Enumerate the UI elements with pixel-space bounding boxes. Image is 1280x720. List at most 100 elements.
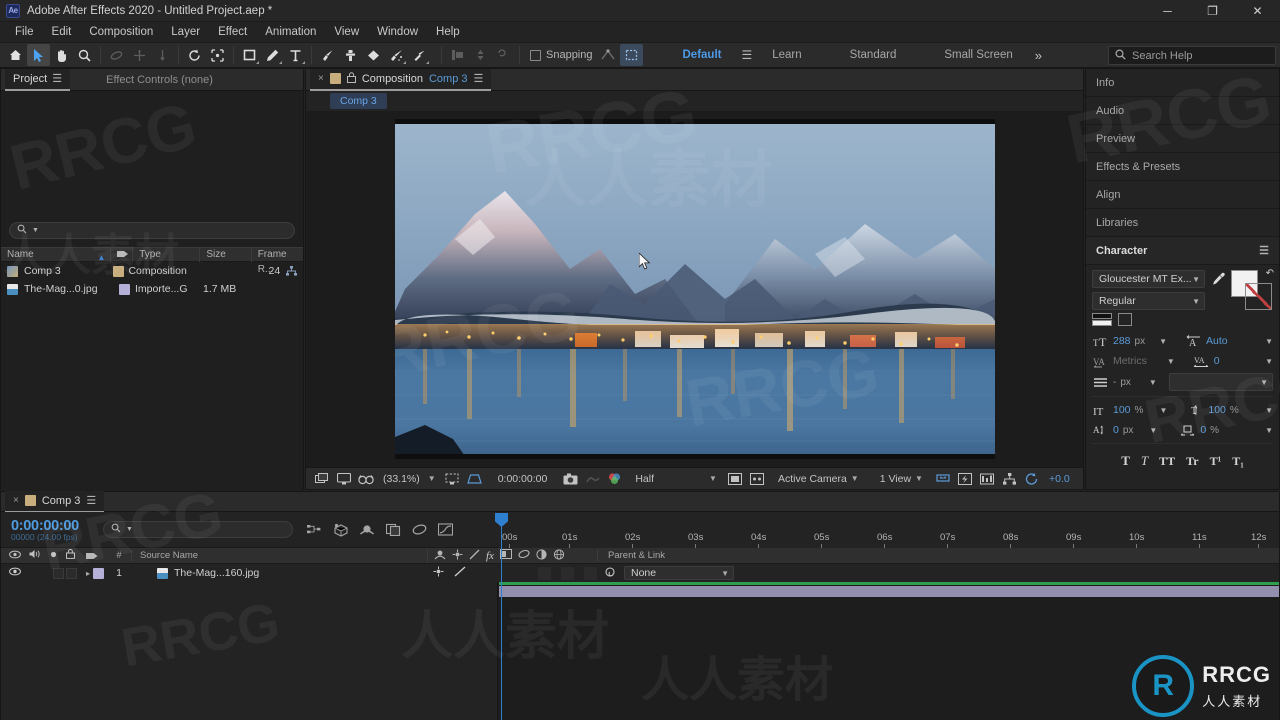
timeline-search-input[interactable]: ▼ — [103, 521, 293, 538]
stroke-mini-swatch[interactable] — [1092, 320, 1112, 326]
pan-tool-icon[interactable] — [128, 44, 151, 66]
tab-effect-controls[interactable]: Effect Controls (none) — [98, 69, 221, 91]
menu-help[interactable]: Help — [427, 23, 469, 42]
frame-blending-icon[interactable] — [383, 520, 403, 540]
brush-tool-icon[interactable] — [316, 44, 339, 66]
layer-switch-slot[interactable] — [584, 566, 597, 580]
panel-tab-align[interactable]: Align — [1086, 181, 1279, 209]
fill-stroke-swatches[interactable]: ↶ — [1231, 268, 1274, 310]
composition-flowchart-icon[interactable] — [280, 266, 303, 276]
chevron-down-icon[interactable]: ▼ — [1260, 378, 1268, 387]
3d-glasses-icon[interactable] — [356, 470, 375, 488]
font-style-dropdown[interactable]: Regular ▼ — [1092, 292, 1205, 310]
tab-composition[interactable]: × Composition Comp 3 ☰ — [310, 68, 492, 91]
superscript-button[interactable]: T¹ — [1210, 454, 1222, 469]
hide-shy-layers-icon[interactable] — [357, 520, 377, 540]
type-tool-icon[interactable] — [284, 44, 307, 66]
draft-3d-icon[interactable] — [331, 520, 351, 540]
snapping-angle-icon[interactable] — [597, 44, 620, 66]
tsume-value[interactable]: 0 — [1200, 424, 1206, 436]
region-of-interest-icon[interactable] — [443, 470, 462, 488]
panel-tab-effects-presets[interactable]: Effects & Presets — [1086, 153, 1279, 181]
parent-pickwhip-icon[interactable] — [605, 566, 618, 581]
tab-timeline-comp-3[interactable]: × Comp 3 ☰ — [5, 490, 105, 513]
workspace-overflow-icon[interactable]: » — [1027, 48, 1050, 63]
project-search-input[interactable]: ▼ — [9, 222, 295, 239]
breadcrumb-comp-3[interactable]: Comp 3 — [330, 93, 387, 109]
align-center-icon[interactable] — [469, 44, 492, 66]
snapping-grid-icon[interactable] — [619, 44, 643, 66]
small-caps-button[interactable]: Tr — [1186, 454, 1198, 469]
chevron-down-icon[interactable]: ▼ — [428, 474, 436, 483]
panel-tab-audio[interactable]: Audio — [1086, 97, 1279, 125]
menu-composition[interactable]: Composition — [80, 23, 162, 42]
search-dropdown-icon[interactable]: ▼ — [126, 526, 133, 533]
chevron-down-icon[interactable]: ▼ — [1159, 406, 1167, 415]
panel-tab-character[interactable]: Character ☰ — [1086, 237, 1279, 265]
chevron-down-icon[interactable]: ▼ — [915, 474, 923, 483]
parent-dropdown[interactable]: None ▼ — [624, 566, 734, 580]
layer-collapse-icon[interactable] — [433, 566, 444, 580]
workspace-menu-icon[interactable]: ☰ — [735, 48, 758, 62]
menu-view[interactable]: View — [325, 23, 368, 42]
chevron-down-icon[interactable]: ▼ — [1265, 406, 1273, 415]
workspace-tab-default[interactable]: Default — [669, 46, 736, 64]
workspace-tab-standard[interactable]: Standard — [836, 46, 911, 64]
menu-effect[interactable]: Effect — [209, 23, 256, 42]
collapse-transformations-icon[interactable] — [452, 549, 463, 563]
source-name-column[interactable]: Source Name — [131, 550, 427, 561]
orbit-tool-icon[interactable] — [105, 44, 128, 66]
panel-menu-icon[interactable]: ☰ — [52, 72, 62, 85]
column-size[interactable]: Size — [200, 247, 252, 262]
chevron-down-icon[interactable]: ▼ — [1167, 357, 1175, 366]
composition-timecode[interactable]: 0:00:00:00 — [493, 473, 553, 485]
project-item-row[interactable]: The-Mag...0.jpg Importe...G 1.7 MB — [1, 280, 303, 298]
clone-stamp-tool-icon[interactable] — [339, 44, 362, 66]
comp-flowchart-icon[interactable] — [1000, 470, 1019, 488]
layer-switch-slot[interactable] — [561, 566, 574, 580]
label-swatch[interactable] — [118, 283, 130, 295]
close-icon[interactable]: × — [13, 495, 19, 506]
dolly-tool-icon[interactable] — [151, 44, 174, 66]
composition-mini-flowchart-icon[interactable] — [305, 520, 325, 540]
panel-menu-icon[interactable]: ☰ — [86, 494, 96, 507]
chevron-down-icon[interactable]: ▼ — [1192, 297, 1200, 306]
eyedropper-icon[interactable] — [1211, 270, 1225, 310]
selection-tool-icon[interactable] — [27, 44, 50, 66]
layer-expand-icon[interactable]: ▸ — [86, 569, 90, 578]
workspace-tab-learn[interactable]: Learn — [758, 46, 815, 64]
menu-file[interactable]: File — [6, 23, 43, 42]
panel-menu-icon[interactable]: ☰ — [1259, 244, 1269, 257]
eraser-tool-icon[interactable] — [362, 44, 385, 66]
layer-number-column[interactable]: # — [107, 550, 131, 561]
vertical-scale-value[interactable]: 100 — [1113, 404, 1131, 416]
always-preview-icon[interactable] — [312, 470, 331, 488]
tracking-value[interactable]: 0 — [1214, 355, 1220, 367]
workspace-tab-small-screen[interactable]: Small Screen — [930, 46, 1026, 64]
all-caps-button[interactable]: TT — [1159, 454, 1175, 469]
resolution-dropdown[interactable]: Half — [631, 473, 658, 485]
stroke-color-swatch[interactable] — [1245, 283, 1272, 310]
show-snapshot-icon[interactable] — [583, 470, 602, 488]
rotation-tool-icon[interactable] — [183, 44, 206, 66]
panel-tab-info[interactable]: Info — [1086, 69, 1279, 97]
timeline-layer-row[interactable]: ▸ 1 The-Mag...160.jpg None ▼ — [1, 564, 1279, 582]
font-size-value[interactable]: 288 — [1113, 335, 1131, 347]
faux-bold-button[interactable]: T — [1121, 453, 1130, 469]
snapshot-icon[interactable] — [561, 470, 580, 488]
exposure-value[interactable]: +0.0 — [1044, 473, 1075, 485]
chevron-down-icon[interactable]: ▼ — [1149, 426, 1157, 435]
menu-edit[interactable]: Edit — [43, 23, 81, 42]
baseline-shift-value[interactable]: 0 — [1113, 424, 1119, 436]
no-color-swatch[interactable] — [1118, 313, 1132, 326]
monitor-icon[interactable] — [334, 470, 353, 488]
column-label-swatch[interactable] — [111, 247, 134, 262]
layer-audio-toggle[interactable] — [53, 567, 64, 579]
parent-link-column[interactable]: Parent & Link — [597, 550, 1279, 561]
effects-icon[interactable]: fx — [486, 550, 494, 562]
column-type[interactable]: Type — [133, 247, 201, 262]
layer-switch-slot[interactable] — [538, 566, 551, 580]
chevron-down-icon[interactable]: ▼ — [709, 474, 717, 483]
layer-duration-bar[interactable] — [499, 586, 1279, 597]
layer-visibility-icon[interactable] — [9, 567, 21, 579]
